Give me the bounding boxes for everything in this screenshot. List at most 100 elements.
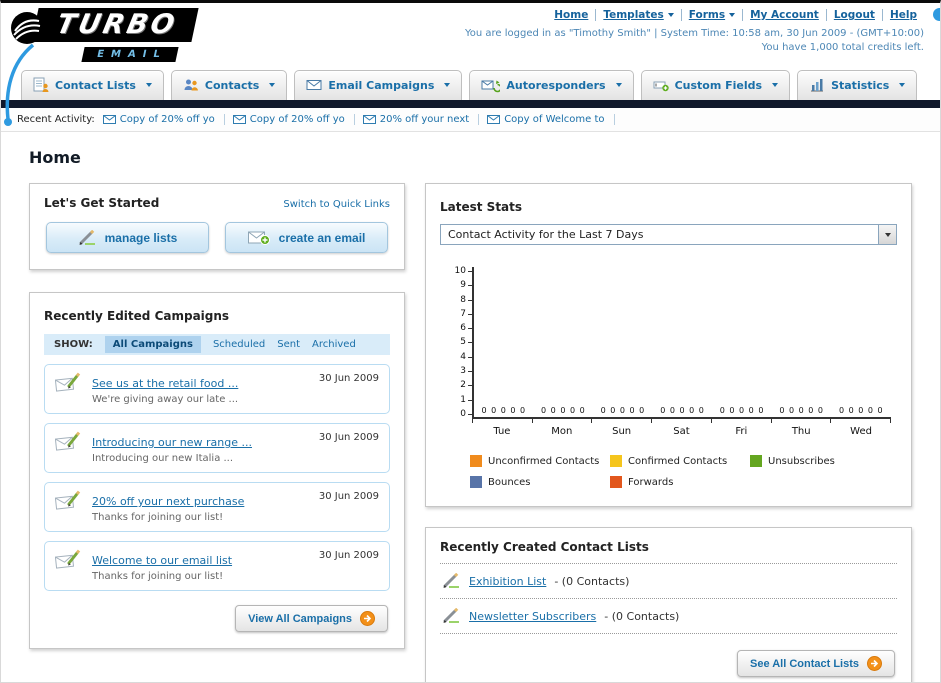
stats-range-select[interactable]: Contact Activity for the Last 7 Days	[440, 224, 897, 245]
chart-x-ticks	[472, 419, 891, 423]
nav-tab-statistics[interactable]: Statistics	[797, 70, 918, 100]
filter-tab-all-campaigns[interactable]: All Campaigns	[104, 336, 201, 353]
recent-activity-item: Copy of 20% off yo	[232, 114, 355, 125]
legend-item: Bounces	[470, 476, 610, 488]
latest-stats-panel: Latest Stats Contact Activity for the La…	[425, 183, 912, 507]
recent-activity-link[interactable]: Copy of 20% off yo	[120, 114, 215, 125]
nav-tab-autoresponders[interactable]: Autoresponders	[469, 70, 634, 100]
campaign-subtitle: Thanks for joining our list!	[92, 571, 224, 582]
contact-activity-chart: 10 9 8 7 6 5 4 3 2 1 0 0 0 0 0 00 0 0 0 00 0 0 0 0…	[440, 267, 897, 488]
recent-activity-bar: Recent Activity: Copy of 20% off yo Copy…	[1, 108, 940, 132]
contact-list-link[interactable]: Exhibition List	[469, 575, 546, 588]
view-all-campaigns-button[interactable]: View All Campaigns	[235, 605, 388, 632]
caret-down-icon	[615, 83, 622, 87]
pencil-icon	[78, 229, 97, 246]
manage-lists-button[interactable]: manage lists	[46, 222, 209, 253]
recent-activity-link[interactable]: Copy of 20% off yo	[250, 114, 345, 125]
logo-swoosh-icon	[9, 10, 45, 46]
link-logout[interactable]: Logout	[827, 9, 883, 21]
legend-swatch	[470, 476, 482, 488]
campaigns-filter-bar: SHOW: All Campaigns Scheduled Sent Archi…	[44, 334, 390, 355]
filter-tab-sent[interactable]: Sent	[277, 339, 300, 350]
select-arrow-icon	[878, 225, 896, 244]
link-home[interactable]: Home	[547, 9, 597, 21]
y-axis-tick: 1	[446, 395, 472, 405]
legend-item: Confirmed Contacts	[610, 455, 750, 467]
chart-day-group: 0 0 0 0 0	[534, 407, 594, 417]
y-axis-tick: 2	[446, 381, 472, 390]
chart-day-group: 0 0 0 0 0	[474, 407, 534, 417]
campaign-subtitle: Introducing our new Italia ...	[92, 453, 234, 464]
caret-down-icon	[899, 83, 906, 87]
contact-list-count: - (0 Contacts)	[554, 574, 630, 588]
envelope-icon	[487, 115, 501, 124]
envelope-pencil-icon	[55, 372, 82, 394]
campaign-date: 30 Jun 2009	[318, 432, 379, 443]
main-content: Home Let's Get Started Switch to Quick L…	[1, 132, 940, 682]
envelope-plus-icon	[247, 230, 271, 246]
chart-day-group: 0 0 0 0 0	[712, 407, 772, 417]
get-started-panel: Let's Get Started Switch to Quick Links …	[29, 183, 405, 270]
left-column: Let's Get Started Switch to Quick Links …	[29, 183, 405, 649]
x-axis-label: Thu	[791, 426, 811, 437]
caret-down-icon	[667, 13, 674, 17]
page-title: Home	[29, 148, 81, 167]
campaign-title-link[interactable]: See us at the retail food ...	[92, 377, 238, 390]
campaign-title-link[interactable]: 20% off your next purchase	[92, 495, 244, 508]
nav-divider-bar	[1, 100, 940, 108]
campaign-title-link[interactable]: Introducing our new range ...	[92, 436, 252, 449]
filter-tab-scheduled[interactable]: Scheduled	[213, 339, 265, 350]
contact-list-link[interactable]: Newsletter Subscribers	[469, 610, 596, 623]
campaign-date: 30 Jun 2009	[318, 491, 379, 502]
link-my-account[interactable]: My Account	[743, 9, 827, 21]
autoresponders-icon	[481, 77, 501, 93]
y-axis-tick: 5	[446, 338, 472, 347]
chart-day-group: 0 0 0 0 0	[831, 407, 891, 417]
chart-legend: Unconfirmed Contacts Confirmed Contacts Un…	[470, 455, 891, 488]
pencil-icon	[442, 608, 461, 624]
create-email-button[interactable]: create an email	[225, 222, 388, 253]
x-axis-label: Tue	[493, 426, 511, 437]
chart-x-labels: Tue Mon Sun Sat Fri Thu Wed	[472, 426, 891, 437]
campaign-title-link[interactable]: Welcome to our email list	[92, 554, 232, 567]
nav-tab-email-campaigns[interactable]: Email Campaigns	[294, 70, 463, 100]
chart-y-axis: 10 9 8 7 6 5 4 3 2 1 0	[446, 267, 472, 419]
nav-tab-custom-fields[interactable]: Custom Fields	[640, 70, 791, 100]
chart-values: 0 0 0 0 0	[541, 406, 586, 415]
campaign-subtitle: We're giving away our late ...	[92, 394, 239, 405]
campaign-date: 30 Jun 2009	[318, 550, 379, 561]
switch-to-quick-links-link[interactable]: Switch to Quick Links	[283, 199, 390, 210]
see-all-contact-lists-button[interactable]: See All Contact Lists	[736, 650, 895, 677]
caret-down-icon	[145, 83, 152, 87]
nav-tab-contacts[interactable]: Contacts	[170, 70, 288, 100]
link-forms[interactable]: Forms	[682, 9, 744, 21]
link-help[interactable]: Help	[883, 9, 924, 21]
header: TURBO EMAIL Home Templates Forms My Acco…	[1, 3, 940, 126]
x-axis-label: Sun	[612, 426, 632, 437]
caret-down-icon	[444, 83, 451, 87]
pencil-icon	[442, 573, 461, 589]
filter-tab-archived[interactable]: Archived	[312, 339, 356, 350]
header-right: Home Templates Forms My Account Logout H…	[465, 9, 924, 53]
app-logo: TURBO EMAIL	[9, 8, 259, 62]
show-label: SHOW:	[54, 339, 93, 350]
contact-lists-title: Recently Created Contact Lists	[440, 540, 897, 564]
y-axis-tick: 3	[446, 367, 472, 376]
link-templates[interactable]: Templates	[596, 9, 682, 21]
legend-item: Forwards	[610, 476, 750, 488]
recent-activity-link[interactable]: 20% off your next	[380, 114, 469, 125]
logo-line1: TURBO	[31, 8, 199, 42]
legend-swatch	[610, 476, 622, 488]
recent-activity-link[interactable]: Copy of Welcome to	[504, 114, 604, 125]
y-axis-tick: 8	[446, 295, 472, 305]
get-started-title: Let's Get Started	[44, 196, 160, 210]
logo-swoosh-tail	[4, 43, 35, 126]
orange-arrow-icon	[360, 611, 375, 626]
contacts-icon	[183, 77, 199, 93]
login-info: You are logged in as "Timothy Smith" | S…	[464, 28, 924, 39]
legend-swatch	[470, 455, 482, 467]
y-axis-tick: 7	[446, 309, 472, 319]
nav-tab-contact-lists[interactable]: Contact Lists	[21, 70, 164, 100]
envelope-pencil-icon	[55, 490, 82, 512]
legend-item: Unconfirmed Contacts	[470, 455, 610, 467]
